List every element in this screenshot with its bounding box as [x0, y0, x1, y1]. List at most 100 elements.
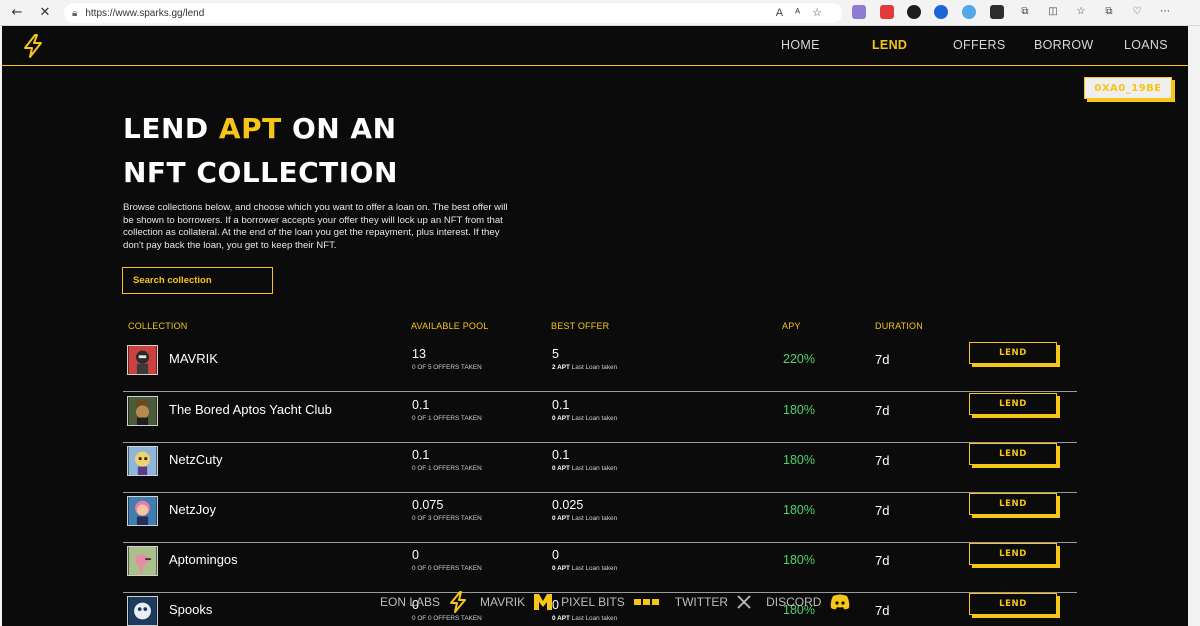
last-loan: 0 APT Last Loan taken	[552, 615, 617, 622]
lend-button[interactable]: LEND	[969, 593, 1057, 615]
table-row[interactable]: The Bored Aptos Yacht Club 0.1 0 OF 1 OF…	[123, 393, 1077, 443]
title-prefix: LEND	[123, 112, 219, 145]
header-duration: DURATION	[875, 321, 923, 331]
last-loan-amount: 0 APT	[552, 565, 570, 572]
header-apy: APY	[782, 321, 801, 331]
footer-mavrik[interactable]: MAVRIK	[480, 593, 553, 611]
best-offer-value: 0.1	[552, 448, 570, 462]
page-content: HOME LEND OFFERS BORROW LOANS 0XA0_19BE …	[2, 26, 1188, 626]
last-loan: 0 APT Last Loan taken	[552, 565, 617, 572]
footer-pixel-bits[interactable]: PIXEL BITS	[561, 595, 661, 609]
collection-avatar	[127, 596, 158, 626]
read-aloud-icon[interactable]: Aᴬ	[776, 7, 812, 19]
best-offer-value: 0	[552, 548, 559, 562]
last-loan-amount: 0 APT	[552, 615, 570, 622]
collection-name: Aptomingos	[169, 552, 238, 567]
last-loan-amount: 2 APT	[552, 364, 570, 371]
split-screen-icon[interactable]: ◫	[1046, 5, 1060, 19]
lend-button[interactable]: LEND	[969, 443, 1057, 465]
nav-lend[interactable]: LEND	[872, 26, 953, 66]
pixel-bits-icon	[633, 599, 659, 605]
lend-button[interactable]: LEND	[969, 493, 1057, 515]
extension-x-icon[interactable]	[907, 5, 921, 19]
footer-eon-labs-label: EON LABS	[380, 595, 441, 609]
apy-value: 180%	[783, 553, 815, 567]
nav-home[interactable]: HOME	[781, 26, 872, 66]
extension-copilot-icon[interactable]	[852, 5, 866, 19]
nav-offers[interactable]: OFFERS	[953, 26, 1034, 66]
last-loan-amount: 0 APT	[552, 415, 570, 422]
title-accent: APT	[218, 112, 282, 145]
collection-name: MAVRIK	[169, 351, 218, 366]
header-available-pool: AVAILABLE POOL	[411, 321, 489, 331]
last-loan-amount: 0 APT	[552, 515, 570, 522]
wallet-button[interactable]: 0XA0_19BE	[1084, 77, 1172, 99]
collections-icon[interactable]: ⧉	[1102, 5, 1116, 19]
main-menu: HOME LEND OFFERS BORROW LOANS	[781, 26, 1188, 66]
extension-dark-icon[interactable]	[990, 5, 1004, 19]
best-offer-value: 0.1	[552, 398, 570, 412]
footer-eon-labs[interactable]: EON LABS	[380, 591, 468, 613]
lend-button[interactable]: LEND	[969, 342, 1057, 364]
address-bar-actions: Aᴬ☆	[776, 6, 834, 19]
page-description: Browse collections below, and choose whi…	[123, 202, 508, 251]
offers-taken: 0 OF 3 OFFERS TAKEN	[412, 515, 482, 522]
duration-value: 7d	[875, 553, 890, 568]
footer-mavrik-label: MAVRIK	[480, 595, 526, 609]
more-menu-icon[interactable]: ⋯	[1158, 5, 1172, 19]
last-loan-label: Last Loan taken	[569, 565, 618, 572]
extension-pocket-icon[interactable]	[880, 5, 894, 19]
favorite-star-icon[interactable]: ☆	[812, 7, 834, 19]
available-pool-value: 0	[412, 548, 419, 562]
best-offer-value: 5	[552, 347, 559, 361]
last-loan: 0 APT Last Loan taken	[552, 415, 617, 422]
offers-taken: 0 OF 0 OFFERS TAKEN	[412, 565, 482, 572]
last-loan: 0 APT Last Loan taken	[552, 465, 617, 472]
m-logo-icon	[534, 594, 553, 610]
offers-taken: 0 OF 5 OFFERS TAKEN	[412, 364, 482, 371]
footer-discord-label: DISCORD	[766, 595, 822, 609]
table-row[interactable]: MAVRIK 13 0 OF 5 OFFERS TAKEN 5 2 APT La…	[123, 342, 1077, 392]
address-bar[interactable]: 🔒︎ https://www.sparks.gg/lend Aᴬ☆	[64, 3, 842, 23]
lend-button[interactable]: LEND	[969, 393, 1057, 415]
duration-value: 7d	[875, 403, 890, 418]
header-best-offer: BEST OFFER	[551, 321, 610, 331]
footer-twitter[interactable]: TWITTER	[675, 594, 752, 610]
site-navbar: HOME LEND OFFERS BORROW LOANS	[2, 26, 1188, 66]
collection-avatar	[127, 345, 158, 375]
title-suffix: ON AN	[281, 112, 397, 145]
back-arrow-icon[interactable]: ←	[6, 2, 28, 24]
footer-pixel-bits-label: PIXEL BITS	[561, 595, 625, 609]
sparks-logo-icon[interactable]	[20, 33, 46, 59]
duration-value: 7d	[875, 453, 890, 468]
favorites-icon[interactable]: ☆	[1074, 5, 1088, 19]
x-icon	[737, 595, 751, 609]
lend-button[interactable]: LEND	[969, 543, 1057, 565]
footer-twitter-label: TWITTER	[674, 595, 729, 609]
browser-essentials-icon[interactable]: ♡	[1130, 5, 1144, 19]
offers-taken: 0 OF 1 OFFERS TAKEN	[412, 465, 482, 472]
page-title-line2: NFT COLLECTION	[123, 156, 398, 189]
table-row[interactable]: NetzJoy 0.075 0 OF 3 OFFERS TAKEN 0.025 …	[123, 493, 1077, 543]
lock-icon: 🔒︎	[72, 7, 78, 19]
footer-links: EON LABS MAVRIK PIXEL BITS TWITTER DISCO…	[380, 591, 851, 613]
table-row[interactable]: NetzCuty 0.1 0 OF 1 OFFERS TAKEN 0.1 0 A…	[123, 443, 1077, 493]
extensions-puzzle-icon[interactable]: ⧉	[1018, 5, 1032, 19]
offers-taken: 0 OF 1 OFFERS TAKEN	[412, 415, 482, 422]
apy-value: 220%	[783, 352, 815, 366]
scrollbar-track[interactable]	[1188, 26, 1200, 626]
table-row[interactable]: Aptomingos 0 0 OF 0 OFFERS TAKEN 0 0 APT…	[123, 543, 1077, 593]
search-collection-input[interactable]	[122, 267, 273, 294]
nav-borrow[interactable]: BORROW	[1034, 26, 1124, 66]
collection-name: The Bored Aptos Yacht Club	[169, 402, 332, 417]
available-pool-value: 0.1	[412, 448, 430, 462]
last-loan: 0 APT Last Loan taken	[552, 515, 617, 522]
apy-value: 180%	[783, 403, 815, 417]
available-pool-value: 0.075	[412, 498, 444, 512]
stop-loading-icon[interactable]: ✕	[34, 2, 56, 24]
nav-loans[interactable]: LOANS	[1124, 26, 1188, 66]
extension-drop-icon[interactable]	[962, 5, 976, 19]
browser-toolbar: ← ✕ 🔒︎ https://www.sparks.gg/lend Aᴬ☆ ⧉ …	[0, 0, 1200, 26]
extension-circle-icon[interactable]	[934, 5, 948, 19]
footer-discord[interactable]: DISCORD	[766, 594, 851, 610]
